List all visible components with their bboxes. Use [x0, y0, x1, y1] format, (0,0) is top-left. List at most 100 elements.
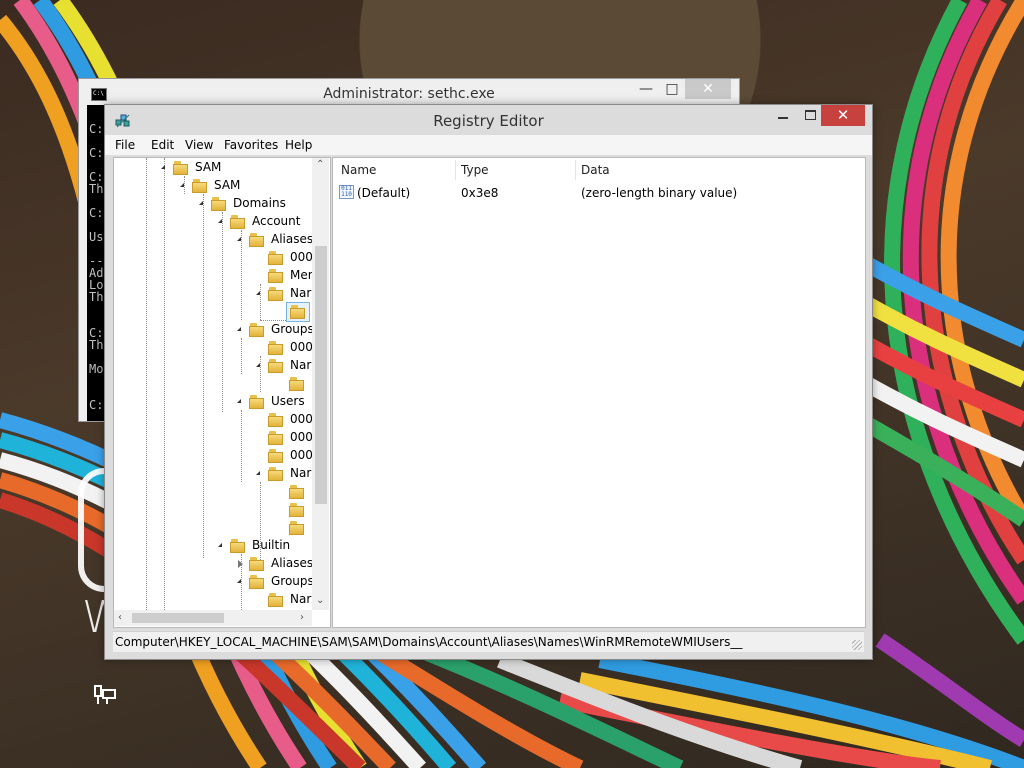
menu-bar: File Edit View Favorites Help — [105, 135, 872, 155]
tree-node-winrmremotewmiusers-selected[interactable] — [286, 302, 310, 322]
tree-connector — [241, 338, 242, 374]
scroll-right-arrow-icon[interactable]: › — [300, 611, 304, 625]
tree-horizontal-scroll-thumb[interactable] — [132, 613, 224, 623]
menu-favorites[interactable]: Favorites — [224, 138, 278, 152]
tree-node-label: Nar — [290, 286, 312, 300]
value-type: 0x3e8 — [461, 186, 499, 200]
console-line: Us — [89, 230, 104, 244]
tree-node-label: Groups — [271, 574, 314, 588]
folder-icon — [173, 161, 189, 175]
expander-icon[interactable] — [218, 543, 222, 547]
tree-horizontal-scrollbar[interactable]: ‹ › — [114, 610, 312, 626]
column-header-type[interactable]: Type — [461, 163, 489, 177]
folder-icon — [268, 593, 284, 607]
tree-connector — [184, 176, 185, 194]
expander-icon[interactable] — [256, 363, 260, 367]
tree-connector — [260, 320, 286, 321]
folder-icon — [289, 503, 305, 517]
folder-icon — [289, 485, 305, 499]
expander-icon[interactable] — [237, 579, 241, 583]
resize-grip-icon[interactable] — [852, 640, 862, 650]
tree-node-label: SAM — [195, 160, 222, 174]
menu-edit[interactable]: Edit — [151, 138, 174, 152]
registry-values-list[interactable]: Name Type Data 011 110 (Default) 0x3e8 (… — [332, 157, 866, 628]
scroll-up-arrow-icon[interactable]: ⌃ — [316, 158, 324, 172]
folder-icon — [249, 323, 265, 337]
tree-connector — [146, 158, 147, 610]
registry-editor-titlebar[interactable]: Registry Editor ✕ — [105, 105, 872, 135]
expander-icon[interactable] — [237, 327, 241, 331]
folder-icon — [268, 359, 284, 373]
current-key-path: Computer\HKEY_LOCAL_MACHINE\SAM\SAM\Doma… — [115, 635, 743, 649]
network-icon[interactable] — [93, 684, 117, 706]
expander-icon[interactable] — [237, 237, 241, 241]
folder-icon — [268, 449, 284, 463]
folder-icon — [249, 395, 265, 409]
expander-icon[interactable] — [256, 471, 260, 475]
folder-icon — [230, 215, 246, 229]
registry-editor-title: Registry Editor — [433, 112, 544, 130]
tree-node-label: 000 — [290, 412, 313, 426]
console-line: Th — [89, 338, 104, 352]
expander-icon[interactable] — [237, 399, 241, 403]
tree-node-label: Users — [271, 394, 305, 408]
values-list-header: Name Type Data — [333, 158, 865, 182]
column-separator[interactable] — [455, 160, 456, 180]
column-header-data[interactable]: Data — [581, 163, 610, 177]
console-line: Th — [89, 182, 104, 196]
menu-help[interactable]: Help — [285, 138, 312, 152]
value-name: (Default) — [357, 186, 411, 200]
registry-value-row[interactable]: 011 110 (Default) 0x3e8 (zero-length bin… — [333, 182, 865, 202]
registry-key-tree[interactable]: SAM SAM Domains Account Aliases 000 Mer … — [113, 157, 331, 628]
folder-icon — [268, 467, 284, 481]
tree-node-label: 000 — [290, 430, 313, 444]
close-button[interactable]: ✕ — [821, 105, 865, 126]
expander-icon[interactable] — [218, 219, 222, 223]
expander-icon[interactable] — [161, 165, 165, 169]
expander-icon[interactable] — [180, 183, 184, 187]
tree-connector — [241, 230, 242, 320]
menu-file[interactable]: File — [115, 138, 135, 152]
tree-node-label: Nar — [290, 592, 312, 606]
tree-node-label: Groups — [271, 322, 314, 336]
console-line: C: — [89, 206, 104, 220]
column-header-name[interactable]: Name — [341, 163, 376, 177]
binary-value-icon: 011 110 — [339, 185, 354, 199]
tree-node-label: Nar — [290, 466, 312, 480]
folder-icon — [192, 179, 208, 193]
cmd-close-button[interactable]: ✕ — [685, 79, 731, 99]
scroll-down-arrow-icon[interactable]: ⌄ — [316, 594, 324, 608]
console-line: C: — [89, 398, 104, 412]
tree-node-label: Account — [252, 214, 301, 228]
registry-editor-window[interactable]: Registry Editor ✕ File Edit View Favorit… — [104, 104, 873, 660]
status-bar: Computer\HKEY_LOCAL_MACHINE\SAM\SAM\Doma… — [113, 631, 864, 652]
tree-node-label: Builtin — [252, 538, 291, 552]
cmd-maximize-button[interactable]: □ — [657, 79, 687, 99]
console-line: C: — [89, 122, 104, 136]
maximize-button[interactable] — [797, 105, 823, 126]
minimize-button[interactable] — [769, 105, 795, 126]
folder-icon — [289, 521, 305, 535]
expander-icon[interactable] — [238, 560, 243, 568]
cmd-titlebar[interactable]: Administrator: sethc.exe — □ ✕ — [79, 79, 739, 105]
folder-icon — [230, 539, 246, 553]
folder-icon — [289, 377, 305, 391]
scroll-left-arrow-icon[interactable]: ‹ — [118, 611, 122, 625]
tree-node-label: Aliases — [271, 556, 314, 570]
folder-icon — [268, 341, 284, 355]
menu-view[interactable]: View — [185, 138, 213, 152]
tree-node-label: Mer — [290, 268, 313, 282]
tree-node-label: Domains — [233, 196, 286, 210]
tree-vertical-scrollbar[interactable]: ⌃ ⌄ — [312, 158, 329, 610]
folder-icon — [268, 413, 284, 427]
tree-connector — [241, 410, 242, 482]
column-separator[interactable] — [575, 160, 576, 180]
tree-node-label: SAM — [214, 178, 241, 192]
console-line: C: — [89, 146, 104, 160]
tree-vertical-scroll-thumb[interactable] — [315, 246, 327, 504]
tree-node-label: Aliases — [271, 232, 314, 246]
folder-icon — [249, 233, 265, 247]
expander-icon[interactable] — [256, 291, 260, 295]
expander-icon[interactable] — [199, 201, 203, 205]
tree-node-label: Nar — [290, 358, 312, 372]
